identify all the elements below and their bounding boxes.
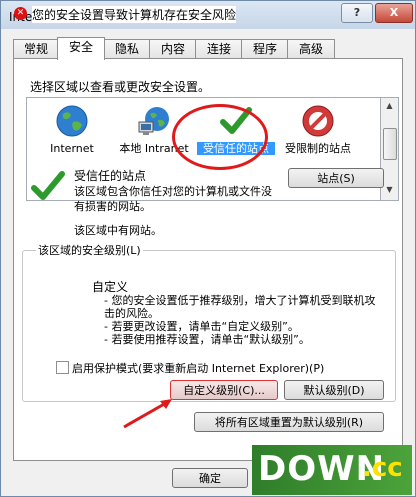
scroll-thumb[interactable] [383,128,397,160]
trusted-check-icon [31,171,65,200]
tab-privacy[interactable]: 隐私 [103,39,151,59]
annotation-circle [172,104,268,170]
tab-security[interactable]: 安全 [57,37,105,60]
level-desc-line: - 若要使用推荐设置，请单击“默认级别”。 [104,333,310,346]
tab-connections[interactable]: 连接 [195,39,243,59]
security-warning: 您的安全设置导致计算机存在安全风险 [32,6,237,23]
level-desc-line: - 若要更改设置，请单击“自定义级别”。 [104,320,299,333]
zone-title: 受信任的站点 [74,169,147,183]
default-level-button[interactable]: 默认级别(D) [284,380,384,400]
level-description: - 您的安全设置低于推荐级别，增大了计算机受到联机攻击的风险。 - 若要更改设置… [104,294,384,346]
tab-advanced[interactable]: 高级 [287,39,335,59]
level-desc-line: - 您的安全设置低于推荐级别，增大了计算机受到联机攻击的风险。 [104,294,376,320]
ok-button[interactable]: 确定 [172,468,248,488]
close-button[interactable]: X [375,3,413,23]
annotation-arrow-icon [123,399,172,429]
protected-mode-label[interactable]: 启用保护模式(要求重新启动 Internet Explorer)(P) [72,360,324,376]
reset-all-zones-button[interactable]: 将所有区域重置为默认级别(R) [194,412,384,432]
intranet-icon [138,107,169,135]
globe-icon [56,105,88,137]
custom-level-button[interactable]: 自定义级别(C)... [170,380,278,400]
scroll-up-icon[interactable]: ▲ [381,98,398,114]
zone-label: 受限制的站点 [285,142,351,155]
sites-button[interactable]: 站点(S) [288,168,384,188]
zone-instruction: 选择区域以查看或更改安全设置。 [30,80,211,94]
warning-icon: ✕ [14,7,27,20]
security-level-label: 该区域的安全级别(L) [36,242,143,258]
tab-general[interactable]: 常规 [13,39,59,59]
zone-description: 该区域包含你信任对您的计算机或文件没有损害的网站。 [74,185,272,213]
tab-content[interactable]: 内容 [149,39,197,59]
watermark-logo: DOWN .cc [252,445,412,495]
watermark-suffix: .cc [362,453,403,483]
level-title: 自定义 [92,280,129,294]
protected-mode-checkbox[interactable] [56,361,69,374]
zone-label: Internet [50,142,94,155]
restricted-icon [302,105,334,137]
tab-programs[interactable]: 程序 [241,39,289,59]
help-button[interactable]: ? [341,3,373,23]
zone-note: 该区域中有网站。 [74,224,162,237]
